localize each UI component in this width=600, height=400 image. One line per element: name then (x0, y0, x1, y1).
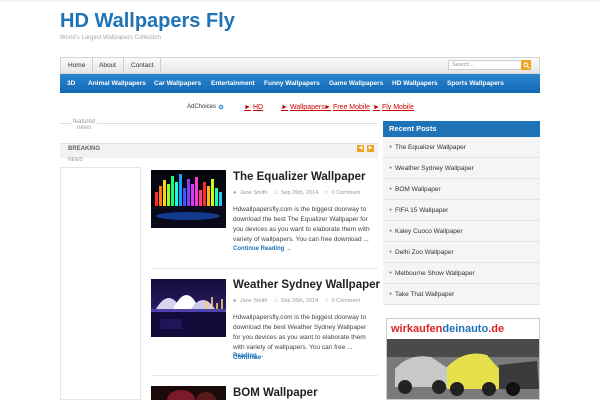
cat-entertainment[interactable]: Entertainment (206, 74, 260, 93)
ad-link-hd[interactable]: ► HD (244, 104, 263, 111)
recent-post-label[interactable]: Kaley Cuoco Wallpaper (395, 228, 463, 235)
ad-cars-image (387, 339, 539, 399)
cat-3d[interactable]: 3D (62, 74, 80, 93)
ad-text-part2: deinauto (442, 323, 489, 335)
recent-post-item[interactable]: ● The Equalizer Wallpaper (383, 137, 540, 158)
read-more-link[interactable]: Reading → (233, 353, 264, 359)
bullet-icon: ● (389, 249, 393, 255)
breaking-news-bar (60, 143, 378, 158)
post-comments[interactable]: 0 Comment (332, 190, 360, 196)
bullet-icon: ● (389, 291, 393, 297)
post-author[interactable]: Jane Smith (240, 190, 268, 196)
post-meta: ● Jane Smith □ Sep 26th, 2014 ○ 0 Commen… (233, 298, 362, 304)
cat-game[interactable]: Game Wallpapers (324, 74, 388, 93)
breaking-label: BREAKING (68, 146, 101, 152)
site-title[interactable]: HD Wallpapers Fly (60, 10, 235, 33)
featured-divider-left (60, 123, 72, 124)
featured-news-label: featured news (73, 119, 95, 131)
recent-post-label[interactable]: Weather Sydney Wallpaper (395, 165, 474, 172)
featured-label-line2: news (77, 125, 92, 131)
calendar-icon: □ (273, 190, 278, 196)
nav-contact[interactable]: Contact (124, 58, 162, 73)
bullet-icon: ● (389, 186, 393, 192)
nav-home[interactable]: Home (61, 58, 94, 73)
bullet-icon: ● (389, 144, 393, 150)
recent-post-item[interactable]: ● FIFA 15 Wallpaper (383, 200, 540, 221)
post-date: Sep 26th, 2014 (280, 298, 319, 304)
featured-divider-right (97, 123, 377, 124)
post-date: Sep 26th, 2014 (280, 190, 319, 196)
recent-post-item[interactable]: ● Take That Wallpaper (383, 284, 540, 305)
post-thumbnail-sydney[interactable] (151, 279, 226, 337)
ad-text-part1: wirkaufen (391, 323, 443, 335)
site-description: World's Largest Wallpapers Collection (60, 35, 161, 41)
chevron-left-icon: ◀ (358, 145, 363, 151)
adchoices-label[interactable]: AdChoices (187, 104, 216, 110)
top-border (0, 0, 600, 2)
breaking-prev-button[interactable]: ◀ (357, 145, 364, 152)
recent-post-label[interactable]: The Equalizer Wallpaper (395, 144, 466, 151)
user-icon: ● (233, 190, 237, 196)
post-title[interactable]: Weather Sydney Wallpaper (233, 279, 380, 291)
post-thumbnail-bom[interactable] (151, 386, 226, 400)
recent-post-item[interactable]: ● BOM Wallpaper (383, 179, 540, 200)
adchoices-icon[interactable] (218, 104, 224, 110)
post-excerpt: Hdwallpapersfly.com is the biggest doorw… (233, 206, 370, 243)
chevron-right-icon: ▶ (368, 145, 373, 151)
cat-animal[interactable]: Animal Wallpapers (83, 74, 151, 93)
post-meta: ● Jane Smith □ Sep 26th, 2014 ○ 0 Commen… (233, 190, 362, 196)
post-divider (151, 375, 378, 376)
comment-icon: ○ (324, 190, 329, 196)
bullet-icon: ● (389, 207, 393, 213)
post-thumbnail-equalizer[interactable] (151, 170, 226, 228)
ad-text-part3: .de (488, 323, 505, 335)
post-author[interactable]: Jane Smith (240, 298, 268, 304)
post-title[interactable]: The Equalizer Wallpaper (233, 171, 366, 183)
sidebar-ad-banner[interactable]: wirkaufendeinauto.de (386, 318, 540, 400)
left-sidebar (60, 167, 141, 400)
ad-link-fly-mobile[interactable]: ► Fly Mobile (373, 104, 414, 111)
user-icon: ● (233, 298, 237, 304)
comment-icon: ○ (324, 298, 329, 304)
post-divider (151, 268, 378, 269)
recent-post-label[interactable]: BOM Wallpaper (395, 186, 441, 193)
calendar-icon: □ (273, 298, 278, 304)
ad-link-wallpapers[interactable]: ► Wallpapers (281, 104, 325, 111)
recent-post-label[interactable]: Melbourne Show Wallpaper (395, 270, 475, 277)
news-label: NEWS (68, 157, 83, 163)
cat-hd[interactable]: HD Wallpapers (387, 74, 443, 93)
recent-post-label[interactable]: FIFA 15 Wallpaper (395, 207, 448, 214)
bullet-icon: ● (389, 228, 393, 234)
cat-sports[interactable]: Sports Wallpapers (442, 74, 509, 93)
ad-link-free-mobile[interactable]: ► Free Mobile (324, 104, 370, 111)
bullet-icon: ● (389, 270, 393, 276)
read-more-link[interactable]: Continue Reading → (233, 246, 292, 252)
breaking-next-button[interactable]: ▶ (367, 145, 374, 152)
recent-post-item[interactable]: ● Delhi Zoo Wallpaper (383, 242, 540, 263)
category-nav: 3D Animal Wallpapers Car Wallpapers Ente… (60, 74, 540, 93)
search-icon (522, 61, 530, 69)
post-comments[interactable]: 0 Comment (332, 298, 360, 304)
recent-post-item[interactable]: ● Weather Sydney Wallpaper (383, 158, 540, 179)
cat-funny[interactable]: Funny Wallpapers (259, 74, 325, 93)
recent-posts-heading: Recent Posts (383, 121, 540, 137)
recent-post-item[interactable]: ● Melbourne Show Wallpaper (383, 263, 540, 284)
search-button[interactable] (521, 60, 531, 70)
recent-post-label[interactable]: Take That Wallpaper (395, 291, 454, 298)
cat-car[interactable]: Car Wallpapers (149, 74, 206, 93)
bullet-icon: ● (389, 165, 393, 171)
recent-post-item[interactable]: ● Kaley Cuoco Wallpaper (383, 221, 540, 242)
post-title[interactable]: BOM Wallpaper (233, 387, 318, 399)
post-excerpt-text: Hdwallpapersfly.com is the biggest doorw… (233, 314, 367, 351)
search-input[interactable]: Search ... (448, 60, 530, 70)
recent-post-label[interactable]: Delhi Zoo Wallpaper (395, 249, 454, 256)
nav-about[interactable]: About (92, 58, 124, 73)
ad-banner-logo[interactable]: wirkaufendeinauto.de (387, 319, 539, 339)
